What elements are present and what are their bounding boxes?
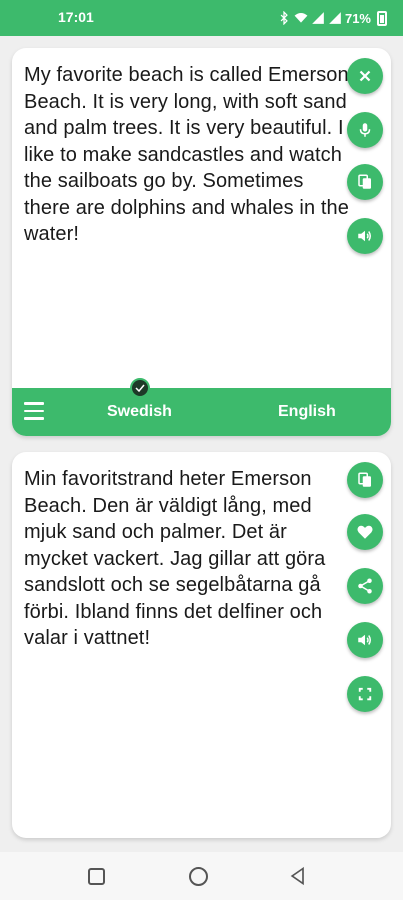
bluetooth-icon — [280, 11, 288, 25]
status-time: 17:01 — [58, 9, 94, 25]
microphone-icon — [359, 123, 371, 137]
speak-translation-button[interactable] — [347, 622, 383, 658]
check-icon — [130, 378, 150, 398]
battery-percent: 71% — [344, 10, 371, 26]
menu-icon[interactable] — [24, 402, 46, 422]
source-card: My favorite beach is called Emerson Beac… — [12, 48, 391, 436]
status-icons: 71% — [277, 8, 387, 28]
close-icon — [359, 70, 371, 82]
wifi-icon — [294, 13, 308, 23]
copy-icon — [358, 174, 371, 189]
voice-input-button[interactable] — [347, 112, 383, 148]
status-bar: 17:01 71% — [0, 0, 403, 36]
source-text-input[interactable]: My favorite beach is called Emerson Beac… — [24, 62, 354, 248]
source-language-button[interactable]: Swedish — [107, 403, 172, 421]
copy-source-button[interactable] — [347, 164, 383, 200]
speak-source-button[interactable] — [347, 218, 383, 254]
target-language-button[interactable]: English — [278, 403, 336, 421]
recents-icon[interactable] — [88, 868, 105, 885]
language-bar: Swedish English — [12, 378, 391, 436]
favorite-button[interactable] — [347, 514, 383, 550]
translation-text: Min favoritstrand heter Emerson Beach. D… — [24, 468, 326, 649]
speaker-icon — [358, 634, 371, 646]
speaker-icon — [358, 230, 371, 242]
home-icon[interactable] — [189, 867, 208, 886]
copy-icon — [358, 472, 371, 487]
signal-icon — [312, 12, 324, 24]
back-icon[interactable] — [288, 866, 308, 886]
signal-icon — [329, 12, 341, 24]
fullscreen-button[interactable] — [347, 676, 383, 712]
system-nav-bar — [0, 852, 403, 900]
fullscreen-icon — [358, 687, 372, 701]
clear-button[interactable] — [347, 58, 383, 94]
heart-icon — [357, 525, 373, 539]
copy-translation-button[interactable] — [347, 462, 383, 498]
target-card: Min favoritstrand heter Emerson Beach. D… — [12, 452, 391, 838]
battery-icon — [377, 10, 387, 26]
share-icon — [358, 578, 372, 594]
share-button[interactable] — [347, 568, 383, 604]
